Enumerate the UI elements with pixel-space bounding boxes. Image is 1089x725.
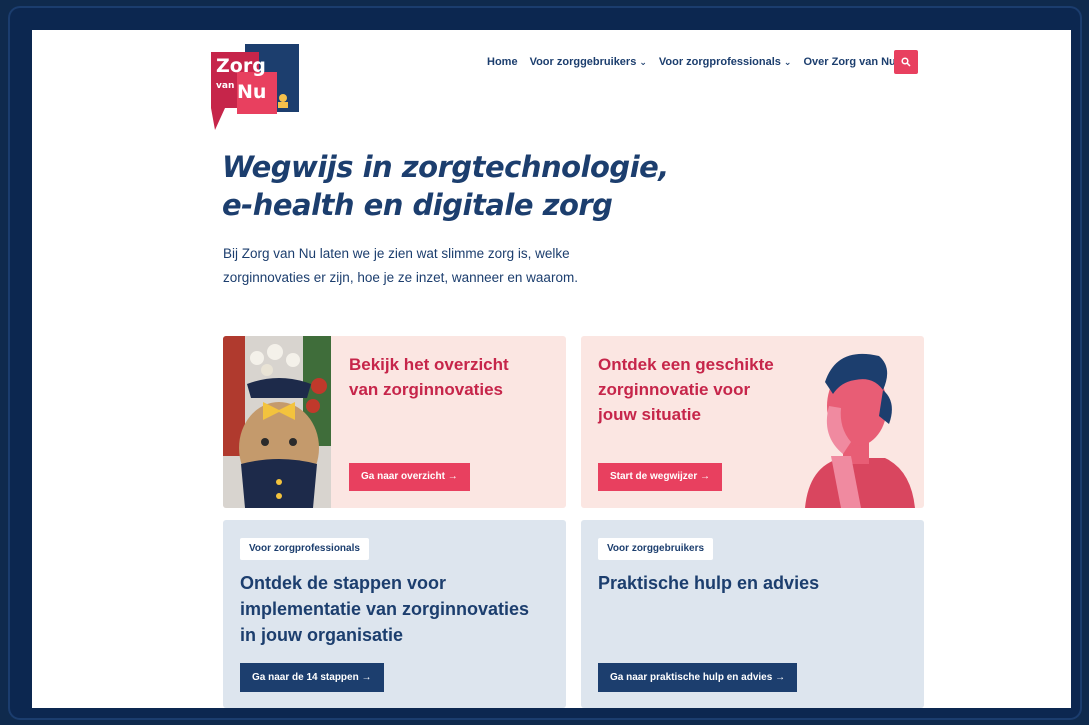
zorg-van-nu-logo[interactable]: Zorg van Nu (211, 44, 301, 132)
nav-item-label: Over Zorg van Nu (803, 56, 896, 68)
card-overview-title-line-1: Bekijk het overzicht (349, 355, 509, 374)
card-wegwijzer-title-line-2: zorginnovatie voor (598, 380, 751, 399)
logo-word-zorg: Zorg (216, 55, 266, 77)
card-overview-title-line-2: van zorginnovaties (349, 380, 503, 399)
card-wegwijzer-title: Ontdek een geschikte zorginnovatie voor … (598, 352, 774, 427)
card-overview: Bekijk het overzicht van zorginnovaties … (223, 336, 566, 508)
page-title: Wegwijs in zorgtechnologie, e-health en … (222, 148, 742, 224)
search-icon (901, 57, 911, 67)
audience-tag: Voor zorggebruikers (598, 538, 714, 560)
card-professionals: Voor zorgprofessionals Ontdek de stappen… (223, 520, 566, 708)
card-users-title: Praktische hulp en advies (598, 570, 819, 596)
page-title-line-2: e-health en digitale zorg (222, 188, 613, 222)
nav-item-voor-zorgprofessionals[interactable]: Voor zorgprofessionals ⌄ (659, 56, 792, 68)
nav-item-voor-zorggebruikers[interactable]: Voor zorggebruikers ⌄ (530, 56, 647, 68)
intro-line-2: zorginnovaties er zijn, hoe je ze inzet,… (223, 270, 578, 285)
go-to-overview-button[interactable]: Ga naar overzicht → (349, 463, 470, 491)
intro-line-1: Bij Zorg van Nu laten we je zien wat sli… (223, 246, 570, 261)
logo-word-van: van (216, 81, 234, 91)
nav-item-label: Home (487, 56, 518, 68)
card-professionals-title-line-1: Ontdek de stappen voor (240, 573, 447, 593)
main-navigation: Home Voor zorggebruikers ⌄ Voor zorgprof… (487, 50, 896, 74)
start-wegwijzer-button[interactable]: Start de wegwijzer → (598, 463, 723, 491)
card-users: Voor zorggebruikers Praktische hulp en a… (581, 520, 924, 708)
card-wegwijzer-title-line-1: Ontdek een geschikte (598, 355, 774, 374)
card-wegwijzer: Ontdek een geschikte zorginnovatie voor … (581, 336, 924, 508)
card-professionals-title: Ontdek de stappen voor implementatie van… (240, 570, 529, 648)
thinking-person-illustration (805, 353, 915, 508)
nav-item-over-zorg-van-nu[interactable]: Over Zorg van Nu (803, 56, 895, 68)
go-to-practical-help-button[interactable]: Ga naar praktische hulp en advies → (598, 663, 798, 692)
audience-tag: Voor zorgprofessionals (240, 538, 369, 560)
card-professionals-title-line-2: implementatie van zorginnovaties (240, 599, 530, 619)
browser-viewport: Zorg van Nu Home Voor zorggebruikers ⌄ V… (32, 30, 1071, 708)
intro-text: Bij Zorg van Nu laten we je zien wat sli… (223, 242, 663, 290)
go-to-14-steps-button[interactable]: Ga naar de 14 stappen → (240, 663, 384, 692)
nav-item-home[interactable]: Home (487, 56, 518, 68)
chevron-down-icon: ⌄ (783, 56, 792, 67)
page-title-line-1: Wegwijs in zorgtechnologie, (222, 150, 669, 184)
card-users-title-line-1: Praktische hulp en advies (598, 573, 820, 593)
logo-word-nu: Nu (237, 81, 266, 103)
card-professionals-title-line-3: in jouw organisatie (240, 625, 404, 645)
card-wegwijzer-title-line-3: jouw situatie (598, 405, 701, 424)
chevron-down-icon: ⌄ (639, 56, 647, 67)
nav-item-label: Voor zorgprofessionals (658, 56, 781, 68)
search-button[interactable] (894, 50, 918, 74)
nav-item-label: Voor zorggebruikers (529, 56, 637, 68)
robot-photo (223, 336, 331, 508)
card-overview-title: Bekijk het overzicht van zorginnovaties (349, 352, 509, 402)
